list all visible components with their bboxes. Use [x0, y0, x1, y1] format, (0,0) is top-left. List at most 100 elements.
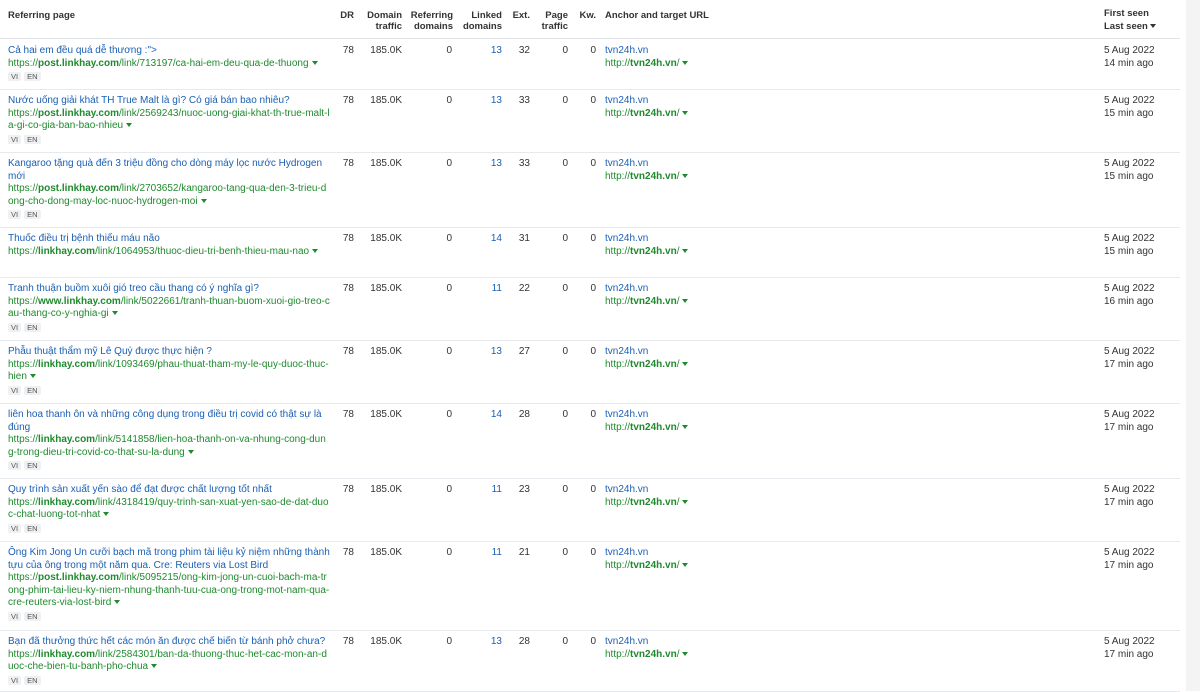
- lang-badge: VI: [8, 385, 22, 395]
- chevron-down-icon[interactable]: [682, 110, 689, 115]
- linked-domains-link[interactable]: 13: [460, 45, 502, 58]
- referring-page-title-link[interactable]: Cả hai em đều quá dễ thương :">: [8, 45, 330, 58]
- lang-badge: EN: [24, 72, 41, 81]
- chevron-down-icon[interactable]: [126, 123, 133, 128]
- target-prefix: http://: [605, 496, 631, 508]
- col-dr[interactable]: DR: [330, 10, 354, 21]
- col-referring-domains[interactable]: Referring domains: [405, 10, 453, 32]
- referring-domains-value: 0: [446, 45, 452, 56]
- col-referring-page-label: Referring page: [8, 10, 76, 21]
- anchor-text: tvn24h.vn: [605, 283, 649, 294]
- chevron-down-icon[interactable]: [682, 298, 689, 303]
- target-url[interactable]: http://tvn24h.vn/: [605, 560, 825, 573]
- last-seen-time: 15 min ago: [1104, 107, 1154, 119]
- chevron-down-icon[interactable]: [312, 248, 319, 253]
- keywords-value: 0: [590, 547, 596, 558]
- linked-domains-link[interactable]: 13: [460, 636, 502, 649]
- col-ext[interactable]: Ext.: [508, 10, 530, 21]
- linked-domains-link[interactable]: 14: [460, 233, 502, 246]
- target-url[interactable]: http://tvn24h.vn/: [605, 422, 825, 435]
- linked-domains-link[interactable]: 13: [460, 346, 502, 359]
- referring-page-title-link[interactable]: Quy trình sản xuất yến sào để đạt được c…: [8, 484, 330, 497]
- linked-domains-link[interactable]: 11: [460, 484, 502, 497]
- col-linked-domains[interactable]: Linked domains: [460, 10, 502, 32]
- col-kw[interactable]: Kw.: [574, 10, 596, 21]
- referring-page-title-link[interactable]: Phẫu thuật thẩm mỹ Lê Quý được thực hiện…: [8, 346, 330, 359]
- referring-page-url[interactable]: https://linkhay.com/link/4318419/quy-tri…: [8, 497, 330, 522]
- col-referring-page[interactable]: Referring page: [8, 10, 75, 21]
- linked-domains-link[interactable]: 11: [460, 547, 502, 560]
- target-url[interactable]: http://tvn24h.vn/: [605, 171, 825, 184]
- chevron-down-icon[interactable]: [29, 374, 36, 379]
- chevron-down-icon[interactable]: [111, 311, 118, 316]
- linked-domains-link[interactable]: 14: [460, 409, 502, 422]
- linked-domains-link[interactable]: 13: [460, 158, 502, 171]
- ext-value: 22: [518, 283, 530, 294]
- chevron-down-icon[interactable]: [682, 248, 689, 253]
- language-badges: VI EN: [8, 611, 330, 621]
- referring-page-url[interactable]: https://post.linkhay.com/link/713197/ca-…: [8, 58, 330, 71]
- language-badges: VI EN: [8, 72, 330, 81]
- chevron-down-icon[interactable]: [682, 424, 689, 429]
- target-prefix: http://: [605, 648, 631, 660]
- chevron-down-icon[interactable]: [114, 600, 121, 605]
- lang-badge: VI: [8, 322, 22, 332]
- seen-cell: 5 Aug 2022 17 min ago: [1104, 636, 1180, 661]
- referring-page-title-link[interactable]: liên hoa thanh ôn và những công dụng tro…: [8, 409, 330, 434]
- target-url[interactable]: http://tvn24h.vn/: [605, 108, 825, 121]
- referring-page-title-link[interactable]: Tranh thuận buồm xuôi gió treo cầu thang…: [8, 283, 330, 296]
- anchor-text: tvn24h.vn: [605, 45, 649, 56]
- chevron-down-icon[interactable]: [311, 60, 318, 65]
- chevron-down-icon[interactable]: [682, 651, 689, 656]
- target-url[interactable]: http://tvn24h.vn/: [605, 649, 825, 662]
- chevron-down-icon[interactable]: [200, 198, 207, 203]
- col-first-seen[interactable]: First seen: [1104, 8, 1149, 19]
- domain-traffic-value: 185.0K: [370, 346, 402, 357]
- referring-page-url[interactable]: https://linkhay.com/link/1064953/thuoc-d…: [8, 246, 330, 259]
- language-badges: VI EN: [8, 210, 330, 219]
- referring-page-url[interactable]: https://post.linkhay.com/link/2569243/nu…: [8, 108, 330, 133]
- linked-domains-link[interactable]: 11: [460, 283, 502, 296]
- referring-page-title-link[interactable]: Bạn đã thưởng thức hết các món ăn được c…: [8, 636, 330, 649]
- referring-page-url[interactable]: https://www.linkhay.com/link/5022661/tra…: [8, 296, 330, 321]
- target-url[interactable]: http://tvn24h.vn/: [605, 58, 825, 71]
- target-url[interactable]: http://tvn24h.vn/: [605, 296, 825, 309]
- anchor-cell: tvn24h.vn http://tvn24h.vn/: [605, 409, 825, 434]
- referring-page-url[interactable]: https://linkhay.com/link/1093469/phau-th…: [8, 359, 330, 384]
- col-page-traffic[interactable]: Page traffic: [538, 10, 568, 32]
- chevron-down-icon[interactable]: [187, 449, 194, 454]
- referring-page-title-link[interactable]: Nước uống giải khát TH True Malt là gì? …: [8, 95, 330, 108]
- chevron-down-icon[interactable]: [682, 562, 689, 567]
- url-host: post.linkhay.com: [38, 107, 119, 119]
- chevron-down-icon[interactable]: [151, 664, 158, 669]
- col-anchor[interactable]: Anchor and target URL: [605, 10, 709, 21]
- chevron-down-icon[interactable]: [682, 361, 689, 366]
- target-url[interactable]: http://tvn24h.vn/: [605, 246, 825, 259]
- referring-page-url[interactable]: https://linkhay.com/link/2584301/ban-da-…: [8, 649, 330, 674]
- referring-page-cell: Phẫu thuật thẩm mỹ Lê Quý được thực hiện…: [8, 346, 330, 395]
- seen-cell: 5 Aug 2022 15 min ago: [1104, 95, 1180, 120]
- target-url[interactable]: http://tvn24h.vn/: [605, 359, 825, 372]
- dr-value: 78: [342, 283, 354, 294]
- domain-traffic-value: 185.0K: [370, 45, 402, 56]
- chevron-down-icon[interactable]: [682, 60, 689, 65]
- referring-page-url[interactable]: https://post.linkhay.com/link/5095215/on…: [8, 572, 330, 610]
- target-url[interactable]: http://tvn24h.vn/: [605, 497, 825, 510]
- referring-page-url[interactable]: https://post.linkhay.com/link/2703652/ka…: [8, 183, 330, 208]
- referring-page-title-link[interactable]: Thuốc điều trị bệnh thiếu máu não: [8, 233, 330, 246]
- chevron-down-icon[interactable]: [682, 499, 689, 504]
- domain-traffic-value: 185.0K: [370, 283, 402, 294]
- scrollbar[interactable]: [1186, 0, 1200, 691]
- referring-page-title-link[interactable]: Kangaroo tặng quà đến 3 triệu đồng cho d…: [8, 158, 330, 183]
- col-domain-traffic[interactable]: Domain traffic: [360, 10, 402, 32]
- url-host: post.linkhay.com: [38, 57, 119, 69]
- first-seen-date: 5 Aug 2022: [1104, 45, 1155, 56]
- chevron-down-icon[interactable]: [682, 173, 689, 178]
- linked-domains-link[interactable]: 13: [460, 95, 502, 108]
- chevron-down-icon[interactable]: [103, 512, 110, 517]
- col-last-seen[interactable]: Last seen: [1104, 21, 1156, 32]
- referring-page-title-link[interactable]: Ông Kim Jong Un cưỡi bạch mã trong phim …: [8, 547, 330, 572]
- referring-page-url[interactable]: https://linkhay.com/link/5141858/lien-ho…: [8, 434, 330, 459]
- last-seen-time: 16 min ago: [1104, 295, 1154, 307]
- target-host: tvn24h.vn: [630, 648, 677, 660]
